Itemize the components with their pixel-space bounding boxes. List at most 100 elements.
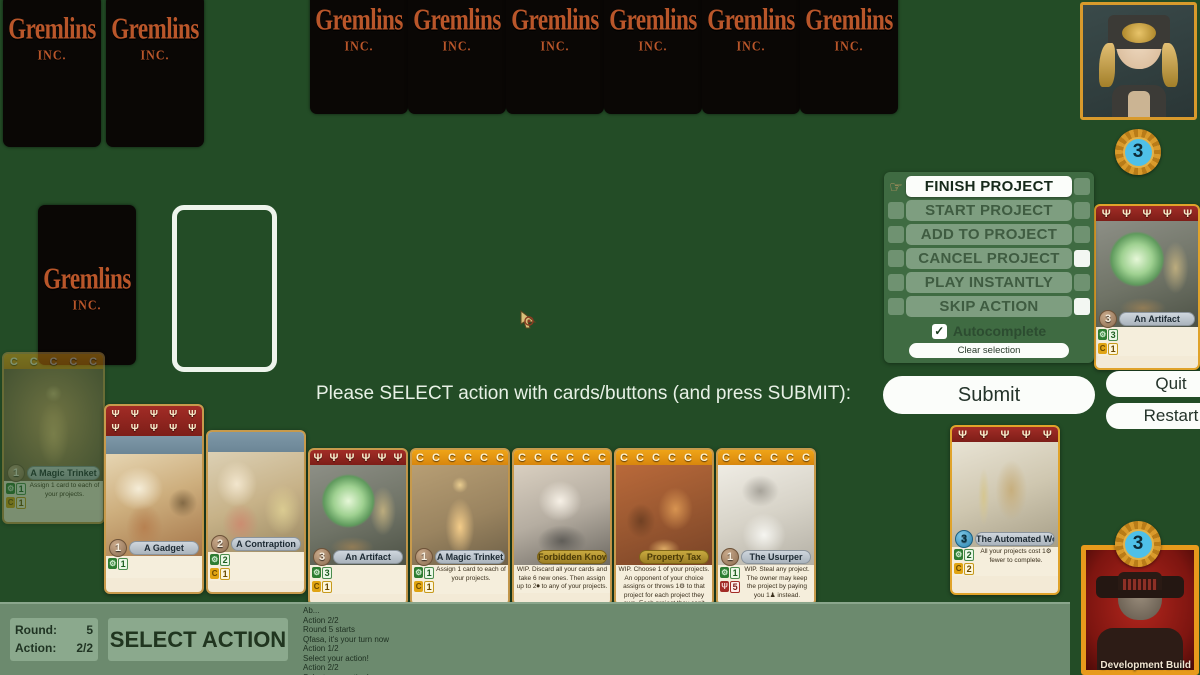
log-line: Round 5 starts bbox=[303, 625, 356, 634]
quit-button[interactable]: Quit bbox=[1106, 371, 1200, 397]
table-card-automated-worker[interactable]: ΨΨΨΨΨ 3 The Automated Worker ⚙2 C2 All y… bbox=[950, 425, 1060, 595]
pip-value: 3 bbox=[1108, 328, 1118, 341]
card-blue-bar bbox=[208, 432, 304, 452]
hand-card-an-artifact[interactable]: ΨΨΨΨΨΨ 3 An Artifact ⚙ 3 C1 bbox=[308, 448, 408, 606]
card-name: The Automated Worker bbox=[975, 531, 1055, 546]
action-slot-box[interactable] bbox=[1074, 202, 1090, 219]
card-cost: 1 bbox=[415, 547, 433, 566]
card-name: A Contraption bbox=[231, 536, 301, 551]
card-back-top-center-3[interactable]: Gremlins INC. bbox=[506, 0, 604, 114]
restart-button[interactable]: Restart bbox=[1106, 403, 1200, 429]
deck-card-back[interactable]: Gremlins INC. bbox=[38, 205, 136, 365]
action-slot-box[interactable] bbox=[1074, 274, 1090, 291]
card-back-top-left-2[interactable]: Gremlins INC. bbox=[106, 0, 204, 147]
card-text: Assign 1 card to each of your projects. bbox=[29, 482, 100, 498]
player-gear-badge-bottom-right: 3 bbox=[1115, 521, 1161, 567]
clear-selection-button[interactable]: Clear selection bbox=[909, 343, 1069, 358]
card-back-logo-sub: INC. bbox=[37, 47, 67, 63]
cancel-project-button[interactable]: CANCEL PROJECT bbox=[906, 248, 1072, 269]
card-back-top-center-1[interactable]: Gremlins INC. bbox=[310, 0, 408, 114]
round-action-status: Round: 5 Action: 2/2 bbox=[10, 618, 98, 661]
action-row-finish-project[interactable]: ☞ FINISH PROJECT bbox=[888, 176, 1090, 197]
submit-button[interactable]: Submit bbox=[883, 376, 1095, 414]
card-back-logo-sub: INC. bbox=[72, 297, 102, 313]
table-card-a-gadget[interactable]: ΨΨΨΨΨ ΨΨΨΨΨ 1 A Gadget ⚙ 1 bbox=[104, 404, 204, 594]
game-log[interactable]: Ab... Action 2/2 Round 5 starts Qfasa, i… bbox=[303, 606, 903, 675]
card-back-logo-main: Gremlins bbox=[111, 11, 199, 46]
action-panel: ☞ FINISH PROJECT START PROJECT ADD TO PR… bbox=[884, 172, 1094, 363]
autocomplete-checkbox[interactable]: ✓ bbox=[931, 323, 947, 339]
card-banner: CCCCCC bbox=[718, 450, 814, 465]
card-banner: CCCCCC bbox=[514, 450, 610, 465]
pip-value: 2 bbox=[964, 562, 974, 575]
action-slot-box[interactable] bbox=[888, 250, 904, 267]
add-to-project-button[interactable]: ADD TO PROJECT bbox=[906, 224, 1072, 245]
action-slot-box[interactable] bbox=[1074, 178, 1090, 195]
card-pips: ⚙ 2 C1 bbox=[208, 552, 230, 581]
card-back-top-center-6[interactable]: Gremlins INC. bbox=[800, 0, 898, 114]
action-value: 2/2 bbox=[76, 641, 93, 655]
table-card-a-contraption[interactable]: 2 A Contraption ⚙ 2 C1 bbox=[206, 430, 306, 594]
card-pips: ⚙ 2 C2 bbox=[952, 547, 974, 576]
card-banner: ΨΨΨΨΨ ΨΨΨΨΨ bbox=[106, 406, 202, 436]
action-slot-box[interactable] bbox=[888, 226, 904, 243]
pip-value: 1 bbox=[118, 557, 128, 570]
player-portrait-top-right[interactable] bbox=[1080, 2, 1197, 120]
card-back-logo-main: Gremlins bbox=[707, 2, 795, 37]
game-screen: Gremlins INC. Gremlins INC. Gremlins INC… bbox=[0, 0, 1200, 675]
table-card-right-an-artifact[interactable]: ΨΨΨΨΨ 3 An Artifact ⚙ 3 C1 bbox=[1094, 204, 1200, 370]
action-row-play-instantly[interactable]: PLAY INSTANTLY bbox=[888, 272, 1090, 293]
skip-action-button[interactable]: SKIP ACTION bbox=[906, 296, 1072, 317]
card-banner: ΨΨΨΨΨ bbox=[952, 427, 1058, 442]
hand-card-a-magic-trinket[interactable]: CCCCCC 1 A Magic Trinket ⚙ 1 C1 Assign 1 … bbox=[410, 448, 510, 606]
action-row-start-project[interactable]: START PROJECT bbox=[888, 200, 1090, 221]
hand-card-property-tax[interactable]: CCCCCC Property Tax WIP. Choose 1 of you… bbox=[614, 448, 714, 606]
card-back-logo-main: Gremlins bbox=[609, 2, 697, 37]
action-slot-box[interactable] bbox=[1074, 250, 1090, 267]
action-row-cancel-project[interactable]: CANCEL PROJECT bbox=[888, 248, 1090, 269]
log-line: Select your action! bbox=[303, 653, 369, 663]
finish-project-button[interactable]: FINISH PROJECT bbox=[906, 176, 1072, 197]
pip-value: 2 bbox=[220, 553, 230, 566]
card-back-top-center-2[interactable]: Gremlins INC. bbox=[408, 0, 506, 114]
card-back-logo-main: Gremlins bbox=[315, 2, 403, 37]
card-cost: 1 bbox=[109, 538, 127, 557]
pip-value: 1 bbox=[220, 567, 230, 580]
bottom-status-bar: Round: 5 Action: 2/2 SELECT ACTION Ab...… bbox=[0, 602, 1070, 675]
table-card-magic-trinket[interactable]: CCCCC 1 A Magic Trinket ⚙ 1 C1 Assign 1 c… bbox=[2, 352, 105, 524]
hand-card-the-usurper[interactable]: CCCCCC 1 The Usurper ⚙ 1 Ψ5 WIP. Steal an… bbox=[716, 448, 816, 606]
card-pips: ⚙ 1 bbox=[106, 556, 128, 578]
card-back-top-left-1[interactable]: Gremlins INC. bbox=[3, 0, 101, 147]
action-slot-box[interactable] bbox=[1074, 226, 1090, 243]
start-project-button[interactable]: START PROJECT bbox=[906, 200, 1072, 221]
autocomplete-row[interactable]: ✓ Autocomplete bbox=[888, 320, 1090, 342]
action-row-add-to-project[interactable]: ADD TO PROJECT bbox=[888, 224, 1090, 245]
card-back-logo-sub: INC. bbox=[540, 38, 570, 54]
card-name: The Usurper bbox=[741, 549, 811, 564]
card-pips: ⚙ 3 C1 bbox=[310, 565, 332, 594]
pip-value: 1 bbox=[1108, 342, 1118, 355]
pip-value: 5 bbox=[730, 580, 740, 593]
action-slot-box[interactable] bbox=[888, 298, 904, 315]
card-back-top-center-5[interactable]: Gremlins INC. bbox=[702, 0, 800, 114]
card-pips: ⚙ 3 C1 bbox=[1096, 327, 1118, 356]
card-text: All your projects cost 1⚙ fewer to compl… bbox=[980, 548, 1052, 564]
play-instantly-button[interactable]: PLAY INSTANTLY bbox=[906, 272, 1072, 293]
card-cost: 3 bbox=[313, 547, 331, 566]
card-back-logo-main: Gremlins bbox=[805, 2, 893, 37]
card-back-top-center-4[interactable]: Gremlins INC. bbox=[604, 0, 702, 114]
log-line: Ab... bbox=[303, 606, 320, 615]
phase-label: SELECT ACTION bbox=[108, 618, 288, 661]
player-gear-badge-top-right: 3 bbox=[1115, 129, 1161, 175]
card-text: Assign 1 card to each of your projects. bbox=[436, 566, 506, 582]
action-slot-box[interactable] bbox=[1074, 298, 1090, 315]
hand-card-forbidden-knowledge[interactable]: CCCCCC Forbidden Knowledge WIP. Discard … bbox=[512, 448, 612, 606]
action-slot-box[interactable] bbox=[888, 274, 904, 291]
prompt-text: Please SELECT action with cards/buttons … bbox=[316, 383, 852, 404]
action-slot-box[interactable] bbox=[888, 202, 904, 219]
pip-value: 1 bbox=[322, 580, 332, 593]
empty-card-slot[interactable] bbox=[172, 205, 277, 372]
action-row-skip-action[interactable]: SKIP ACTION bbox=[888, 296, 1090, 317]
round-label: Round: bbox=[15, 623, 57, 637]
card-text bbox=[1118, 327, 1198, 356]
